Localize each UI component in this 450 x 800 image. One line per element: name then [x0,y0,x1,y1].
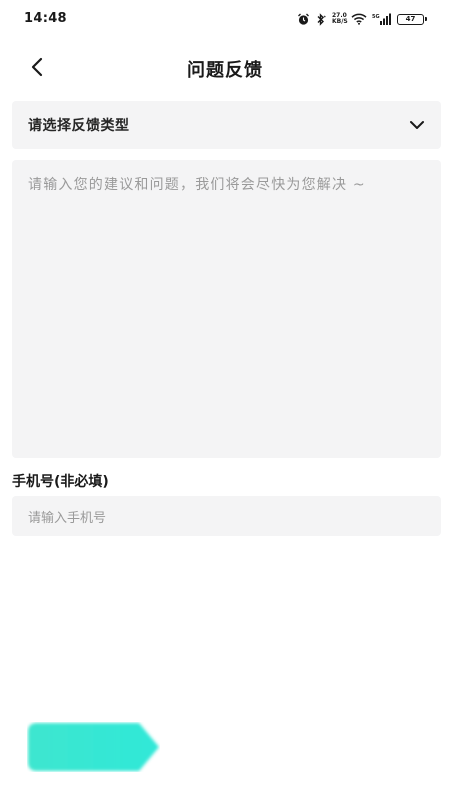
nav-header: 问题反馈 [0,44,450,90]
submit-button[interactable] [27,722,160,772]
status-time: 14:48 [24,11,67,26]
feedback-type-select[interactable]: 请选择反馈类型 [12,101,441,149]
wifi-icon [351,13,367,25]
status-bar: 14:48 * 27.0 KB/S 5G 47 [0,0,450,38]
feedback-type-placeholder: 请选择反馈类型 [28,118,130,134]
page-title: 问题反馈 [187,60,263,81]
phone-placeholder: 请输入手机号 [28,510,107,526]
svg-text:*: * [324,15,327,21]
signal-label: 5G [372,14,380,20]
feedback-placeholder: 请输入您的建议和问题，我们将会尽快为您解决 ~ [28,177,366,193]
bluetooth-icon: * [317,12,327,26]
battery-icon: 47 [397,13,427,25]
battery-level: 47 [405,15,416,23]
chevron-down-icon [410,121,424,129]
feedback-textarea[interactable]: 请输入您的建议和问题，我们将会尽快为您解决 ~ [12,160,441,458]
phone-input[interactable]: 请输入手机号 [12,496,441,536]
signal-icon: 5G [372,13,391,25]
alarm-icon [298,13,309,25]
network-speed-unit: KB/S [332,18,348,25]
status-icons: * 27.0 KB/S 5G 47 [297,11,427,27]
network-speed: 27.0 KB/S [332,13,348,25]
phone-label: 手机号(非必填) [12,474,109,490]
